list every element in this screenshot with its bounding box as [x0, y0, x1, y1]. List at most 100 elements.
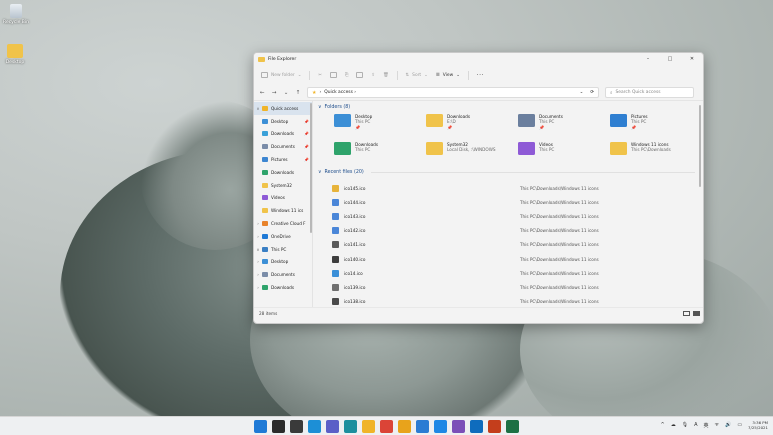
volume-icon[interactable]: 🔊	[725, 422, 731, 428]
onedrive-icon[interactable]: ☁	[671, 422, 676, 428]
list-item[interactable]: ico138.ico This PC\Downloads\Windows 11 i…	[332, 295, 703, 308]
expand-chevron-icon[interactable]: ›	[254, 272, 262, 277]
minimize-button[interactable]: –	[637, 53, 659, 65]
folder-tile[interactable]: Windows 11 icons This PC\Downloads	[610, 142, 703, 162]
expand-chevron-icon[interactable]: ›	[254, 234, 262, 239]
content-pane[interactable]: ∨ Folders (8) Desktop This PC 📌 Downloads E:…	[313, 101, 703, 307]
delete-icon[interactable]: 🗑	[383, 73, 389, 78]
refresh-button[interactable]: ⟳	[590, 90, 594, 95]
list-item[interactable]: ico144.ico This PC\Downloads\Windows 11 i…	[332, 195, 703, 209]
nav-item[interactable]: Downloads	[254, 166, 312, 179]
breadcrumb-item[interactable]: Quick access	[324, 90, 353, 95]
expand-chevron-icon[interactable]: ›	[254, 221, 262, 226]
navigation-pane[interactable]: ∨ Quick access Desktop 📌 Downloads 📌 Documents…	[254, 101, 313, 307]
share-icon[interactable]: ⇪	[371, 73, 375, 78]
language-indicator[interactable]: A	[694, 422, 697, 428]
nav-item[interactable]: Desktop 📌	[254, 115, 312, 128]
recent-locations-icon[interactable]: ⌄	[283, 90, 289, 96]
file-explorer-icon[interactable]	[362, 420, 375, 433]
file-explorer-window[interactable]: File Explorer – □ ✕ New folder ⌄ ✂ ⎘ ⇪ 🗑…	[253, 52, 704, 324]
folder-tile[interactable]: Desktop This PC 📌	[334, 114, 426, 134]
folder-tile[interactable]: System32 Local Disk, :\WINDOWS	[426, 142, 518, 162]
maximize-button[interactable]: □	[659, 53, 681, 65]
list-item[interactable]: ico140.ico This PC\Downloads\Windows 11 i…	[332, 252, 703, 266]
outlook-icon[interactable]	[470, 420, 483, 433]
cut-icon[interactable]: ✂	[318, 73, 322, 78]
chrome-icon[interactable]	[380, 420, 393, 433]
folder-tile[interactable]: Pictures This PC 📌	[610, 114, 703, 134]
back-button[interactable]: ←	[259, 90, 265, 96]
expand-chevron-icon[interactable]: ›	[254, 259, 262, 264]
show-hidden-icons-button[interactable]: ^	[661, 422, 665, 428]
list-item[interactable]: ico143.ico This PC\Downloads\Windows 11 i…	[332, 209, 703, 223]
folder-tile[interactable]: Documents This PC 📌	[518, 114, 610, 134]
vs-icon[interactable]	[452, 420, 465, 433]
nav-item[interactable]: › Documents	[254, 268, 312, 281]
folders-section-header[interactable]: ∨ Folders (8)	[318, 101, 703, 113]
close-button[interactable]: ✕	[681, 53, 703, 65]
expand-chevron-icon[interactable]: ›	[254, 285, 262, 290]
nav-item[interactable]: Documents 📌	[254, 140, 312, 153]
clock[interactable]: 3:36 PM 7/25/2021	[748, 420, 768, 430]
expand-chevron-icon[interactable]: ∨	[254, 247, 262, 252]
title-bar[interactable]: File Explorer – □ ✕	[254, 53, 703, 65]
sort-button[interactable]: ⇅ Sort ⌄	[405, 73, 427, 78]
expand-chevron-icon[interactable]: ∨	[254, 106, 262, 111]
view-button[interactable]: ☰ View ⌄	[436, 73, 460, 78]
details-view-icon[interactable]	[683, 310, 690, 316]
folder-tile[interactable]: Downloads E:\D 📌	[426, 114, 518, 134]
todo-icon[interactable]	[416, 420, 429, 433]
wifi-icon[interactable]: ᯤ	[715, 422, 720, 428]
chevron-down-icon[interactable]: ⌄	[580, 90, 584, 95]
start-icon[interactable]	[254, 420, 267, 433]
list-item[interactable]: ico142.ico This PC\Downloads\Windows 11 i…	[332, 224, 703, 238]
ime-indicator[interactable]: 英	[703, 422, 708, 429]
task-view-icon[interactable]	[290, 420, 303, 433]
list-item[interactable]: ico141.ico This PC\Downloads\Windows 11 i…	[332, 238, 703, 252]
nav-item[interactable]: Downloads 📌	[254, 128, 312, 141]
paste-icon[interactable]: ⎘	[345, 72, 349, 78]
nav-scrollbar[interactable]	[310, 103, 312, 233]
microphone-icon[interactable]: 🎙	[682, 422, 688, 428]
excel-icon[interactable]	[506, 420, 519, 433]
desktop-icon-recycle-bin[interactable]: Recycle Bin	[0, 4, 33, 25]
folder-tile[interactable]: Videos This PC	[518, 142, 610, 162]
breadcrumb[interactable]: Quick access ›	[324, 90, 576, 95]
list-item[interactable]: ico14.ico This PC\Downloads\Windows 11 ic…	[332, 266, 703, 280]
chrome-canary-icon[interactable]	[398, 420, 411, 433]
tiles-view-icon[interactable]	[693, 310, 700, 316]
copy-icon[interactable]	[329, 72, 337, 78]
vscode-icon[interactable]	[434, 420, 447, 433]
search-input[interactable]: Search Quick access	[615, 90, 660, 95]
nav-item[interactable]: › Creative Cloud F	[254, 217, 312, 230]
nav-item[interactable]: Pictures 📌	[254, 153, 312, 166]
chat-icon[interactable]	[326, 420, 339, 433]
widgets-icon[interactable]	[308, 420, 321, 433]
search-icon[interactable]	[272, 420, 285, 433]
nav-item[interactable]: ∨ This PC	[254, 243, 312, 256]
search-box[interactable]: ⌕ Search Quick access	[605, 87, 694, 98]
nav-item[interactable]: Videos	[254, 192, 312, 205]
address-bar[interactable]: ★ › Quick access › ⌄ ⟳	[307, 87, 599, 98]
new-folder-button[interactable]: New folder ⌄	[261, 72, 301, 78]
list-item[interactable]: ico139.ico This PC\Downloads\Windows 11 i…	[332, 280, 703, 294]
more-options-button[interactable]: ···	[477, 72, 484, 79]
folder-tile[interactable]: Downloads This PC	[334, 142, 426, 162]
nav-item[interactable]: › Desktop	[254, 256, 312, 269]
rename-icon[interactable]	[356, 72, 364, 78]
file-location: This PC\Downloads\Windows 11 icons	[520, 228, 599, 234]
nav-item[interactable]: › Downloads	[254, 281, 312, 294]
recent-section-header[interactable]: ∨ Recent files (20)	[318, 166, 703, 178]
nav-item[interactable]: ∨ Quick access	[254, 102, 312, 115]
edge-icon[interactable]	[344, 420, 357, 433]
nav-item[interactable]: System32	[254, 179, 312, 192]
battery-icon[interactable]: ▭	[737, 422, 742, 428]
nav-item[interactable]: Windows 11 ics	[254, 204, 312, 217]
powerpoint-icon[interactable]	[488, 420, 501, 433]
up-button[interactable]: ↑	[295, 90, 301, 96]
forward-button[interactable]: →	[271, 90, 277, 96]
content-scrollbar[interactable]	[699, 105, 701, 187]
nav-item[interactable]: › OneDrive	[254, 230, 312, 243]
desktop-icon-desktop[interactable]: Desktop	[0, 44, 32, 65]
list-item[interactable]: ico145.ico This PC\Downloads\Windows 11 i…	[332, 181, 703, 195]
